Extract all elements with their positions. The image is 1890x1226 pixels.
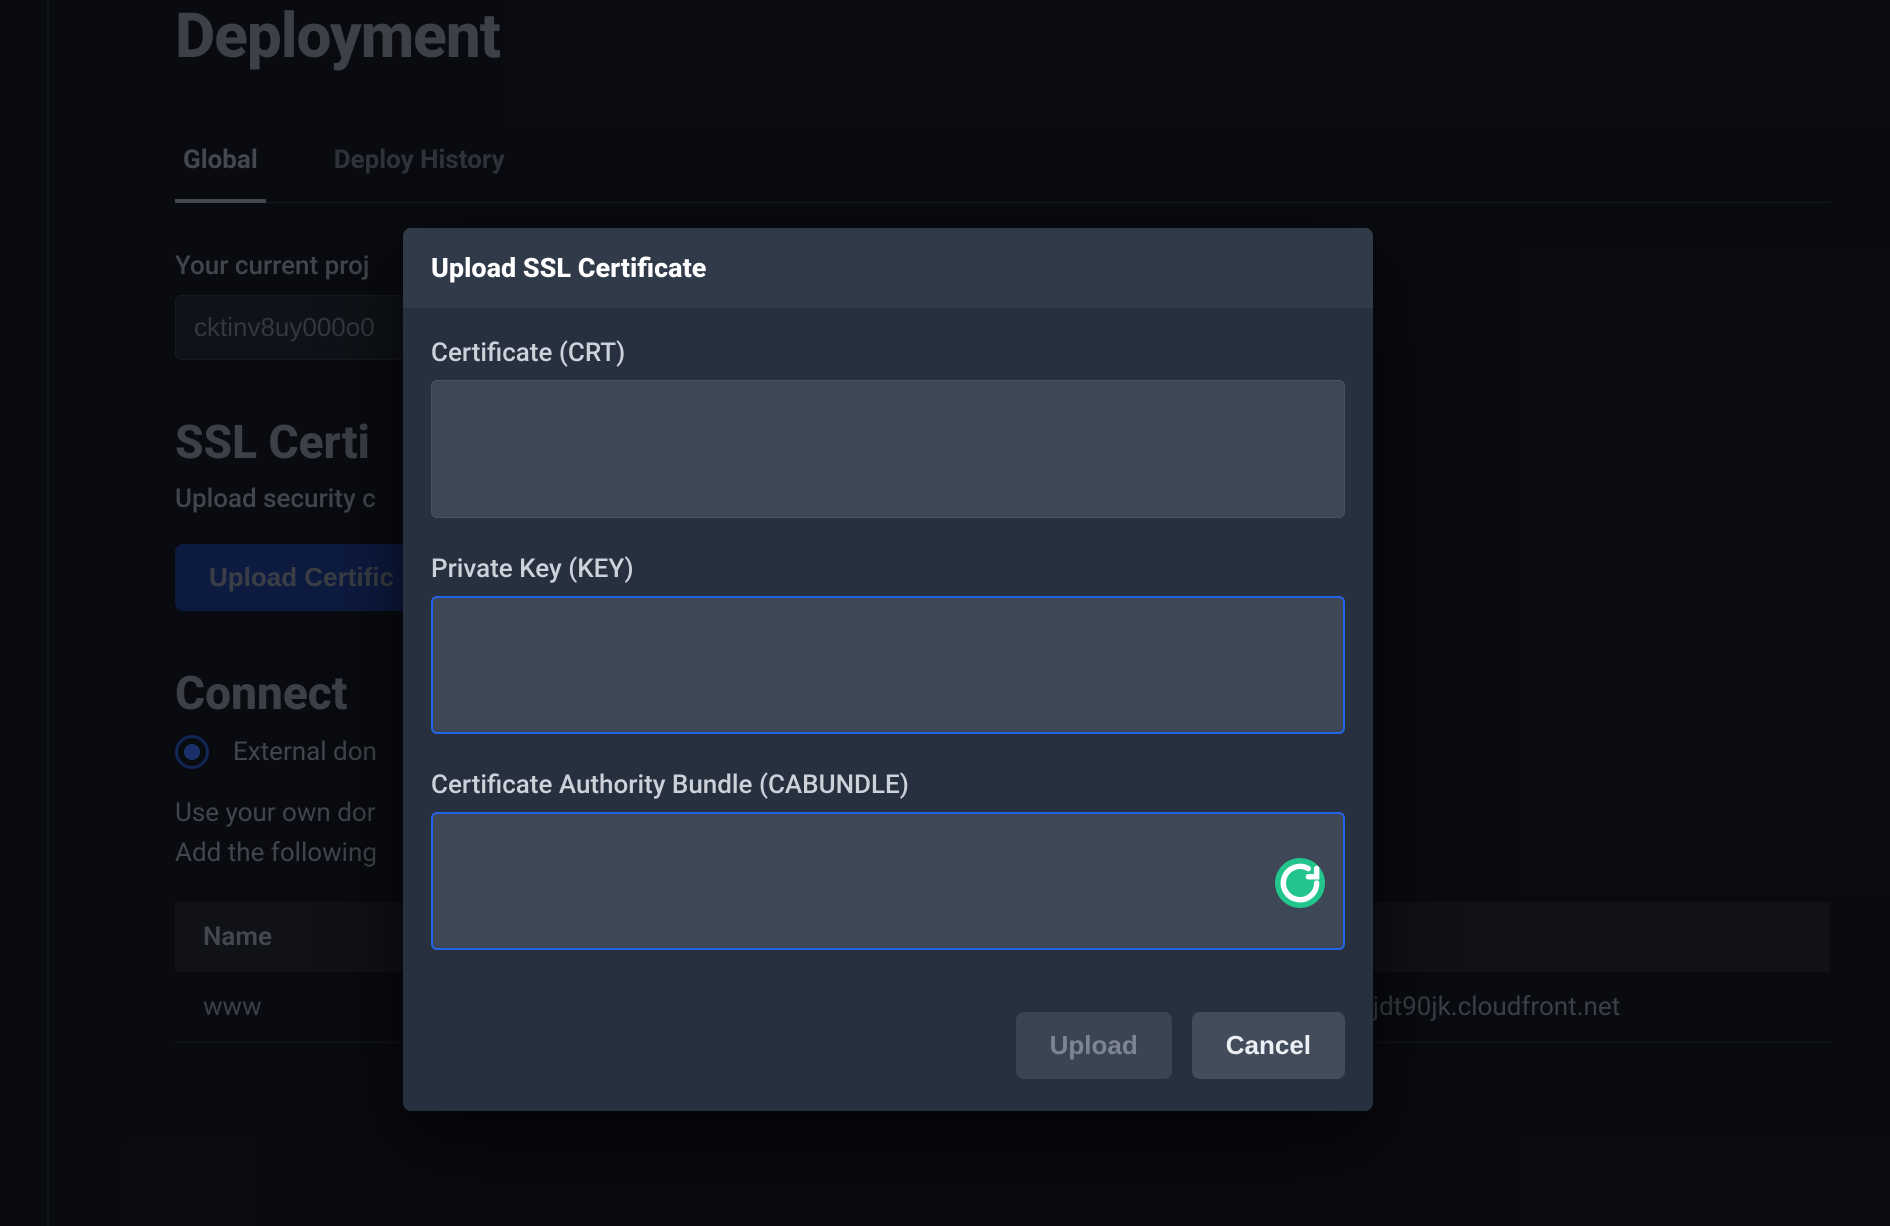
- key-label: Private Key (KEY): [431, 554, 1345, 584]
- grammarly-icon[interactable]: [1275, 858, 1325, 908]
- cancel-button[interactable]: Cancel: [1192, 1012, 1345, 1079]
- key-textarea[interactable]: [431, 596, 1345, 734]
- key-group: Private Key (KEY): [431, 554, 1345, 738]
- upload-button[interactable]: Upload: [1016, 1012, 1172, 1079]
- crt-textarea[interactable]: [431, 380, 1345, 518]
- modal-footer: Upload Cancel: [403, 996, 1373, 1111]
- cabundle-group: Certificate Authority Bundle (CABUNDLE): [431, 770, 1345, 954]
- crt-group: Certificate (CRT): [431, 338, 1345, 522]
- crt-label: Certificate (CRT): [431, 338, 1345, 368]
- cabundle-textarea[interactable]: [431, 812, 1345, 950]
- modal-body: Certificate (CRT) Private Key (KEY) Cert…: [403, 308, 1373, 996]
- cabundle-label: Certificate Authority Bundle (CABUNDLE): [431, 770, 1345, 800]
- modal-title: Upload SSL Certificate: [431, 252, 1345, 284]
- modal-header: Upload SSL Certificate: [403, 228, 1373, 308]
- upload-ssl-modal: Upload SSL Certificate Certificate (CRT)…: [403, 228, 1373, 1111]
